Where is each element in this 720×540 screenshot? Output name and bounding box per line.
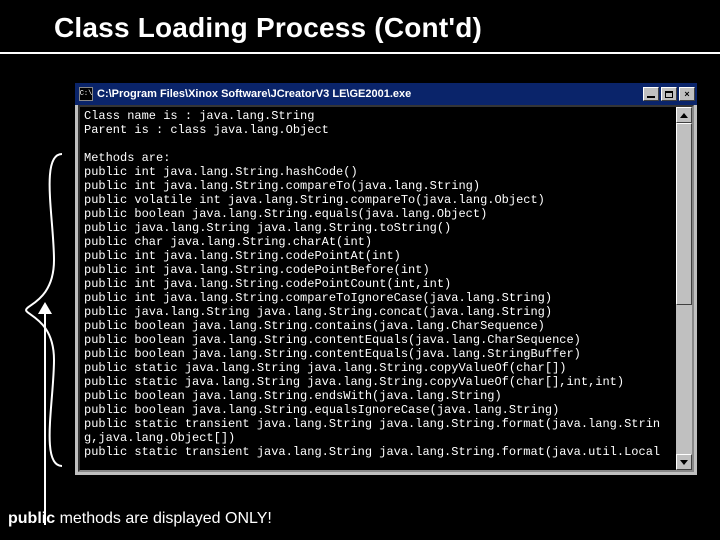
chevron-up-icon (680, 113, 688, 118)
scroll-up-button[interactable] (676, 107, 692, 123)
footnote: public methods are displayed ONLY! (8, 510, 272, 528)
slide-title: Class Loading Process (Cont'd) (0, 0, 720, 48)
scroll-down-button[interactable] (676, 454, 692, 470)
arrow-line (44, 310, 46, 525)
footnote-rest: methods are displayed ONLY! (60, 510, 272, 527)
footnote-public-word: public (8, 510, 60, 527)
console-output: Class name is : java.lang.String Parent … (80, 107, 676, 470)
chevron-down-icon (680, 460, 688, 465)
vertical-scrollbar[interactable] (676, 107, 692, 470)
cmd-icon: C:\ (79, 87, 93, 101)
window-titlebar[interactable]: C:\ C:\Program Files\Xinox Software\JCre… (75, 83, 697, 105)
close-button[interactable]: × (679, 87, 695, 101)
scrollbar-track[interactable] (676, 123, 692, 454)
console-frame: Class name is : java.lang.String Parent … (78, 105, 694, 472)
minimize-button[interactable] (643, 87, 659, 101)
console-window: C:\ C:\Program Files\Xinox Software\JCre… (74, 82, 698, 476)
maximize-button[interactable] (661, 87, 677, 101)
window-buttons: × (643, 87, 695, 101)
window-title-text: C:\Program Files\Xinox Software\JCreator… (97, 88, 639, 100)
scrollbar-thumb[interactable] (676, 123, 692, 305)
title-underline (0, 52, 720, 54)
